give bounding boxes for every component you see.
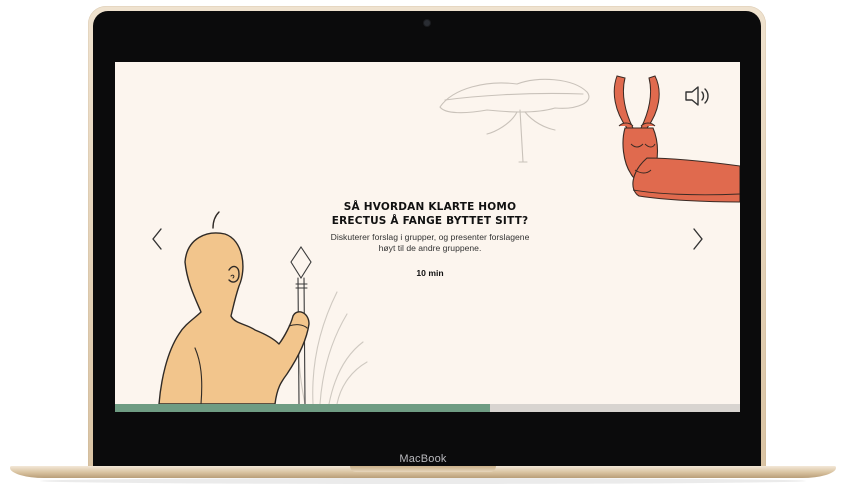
slide-title-line-1: SÅ HVORDAN KLARTE HOMO	[343, 201, 517, 213]
chevron-right-icon	[693, 228, 703, 250]
sound-toggle-button[interactable]	[683, 84, 713, 108]
slide-description-line-1: Diskuterer forslag i grupper, og present…	[330, 232, 530, 242]
chevron-left-icon	[152, 228, 162, 250]
laptop-shadow	[40, 478, 806, 484]
progress-bar-fill	[115, 404, 490, 412]
device-brand-label: MacBook	[399, 453, 447, 465]
hunter-figure-illustration	[158, 211, 310, 405]
previous-slide-button[interactable]	[146, 225, 168, 253]
laptop-base-notch	[350, 466, 496, 472]
progress-bar	[115, 404, 740, 412]
next-slide-button[interactable]	[687, 225, 709, 253]
laptop-mockup: SÅ HVORDAN KLARTE HOMO ERECTUS Å FANGE B…	[0, 0, 846, 487]
slide-description: Diskuterer forslag i grupper, og present…	[315, 232, 545, 254]
slide-content: SÅ HVORDAN KLARTE HOMO ERECTUS Å FANGE B…	[315, 200, 545, 278]
tree-sketch	[439, 78, 590, 163]
speaker-icon	[685, 86, 709, 106]
grass-sketch	[298, 291, 368, 405]
slide-title-line-2: ERECTUS Å FANGE BYTTET SITT?	[331, 215, 529, 227]
slide-title: SÅ HVORDAN KLARTE HOMO ERECTUS Å FANGE B…	[315, 200, 545, 228]
antelope-illustration	[613, 75, 740, 203]
slide-duration: 10 min	[416, 268, 444, 278]
app-screen: SÅ HVORDAN KLARTE HOMO ERECTUS Å FANGE B…	[115, 62, 740, 412]
webcam	[424, 20, 430, 26]
slide-description-line-2: høyt til de andre gruppene.	[378, 243, 482, 253]
